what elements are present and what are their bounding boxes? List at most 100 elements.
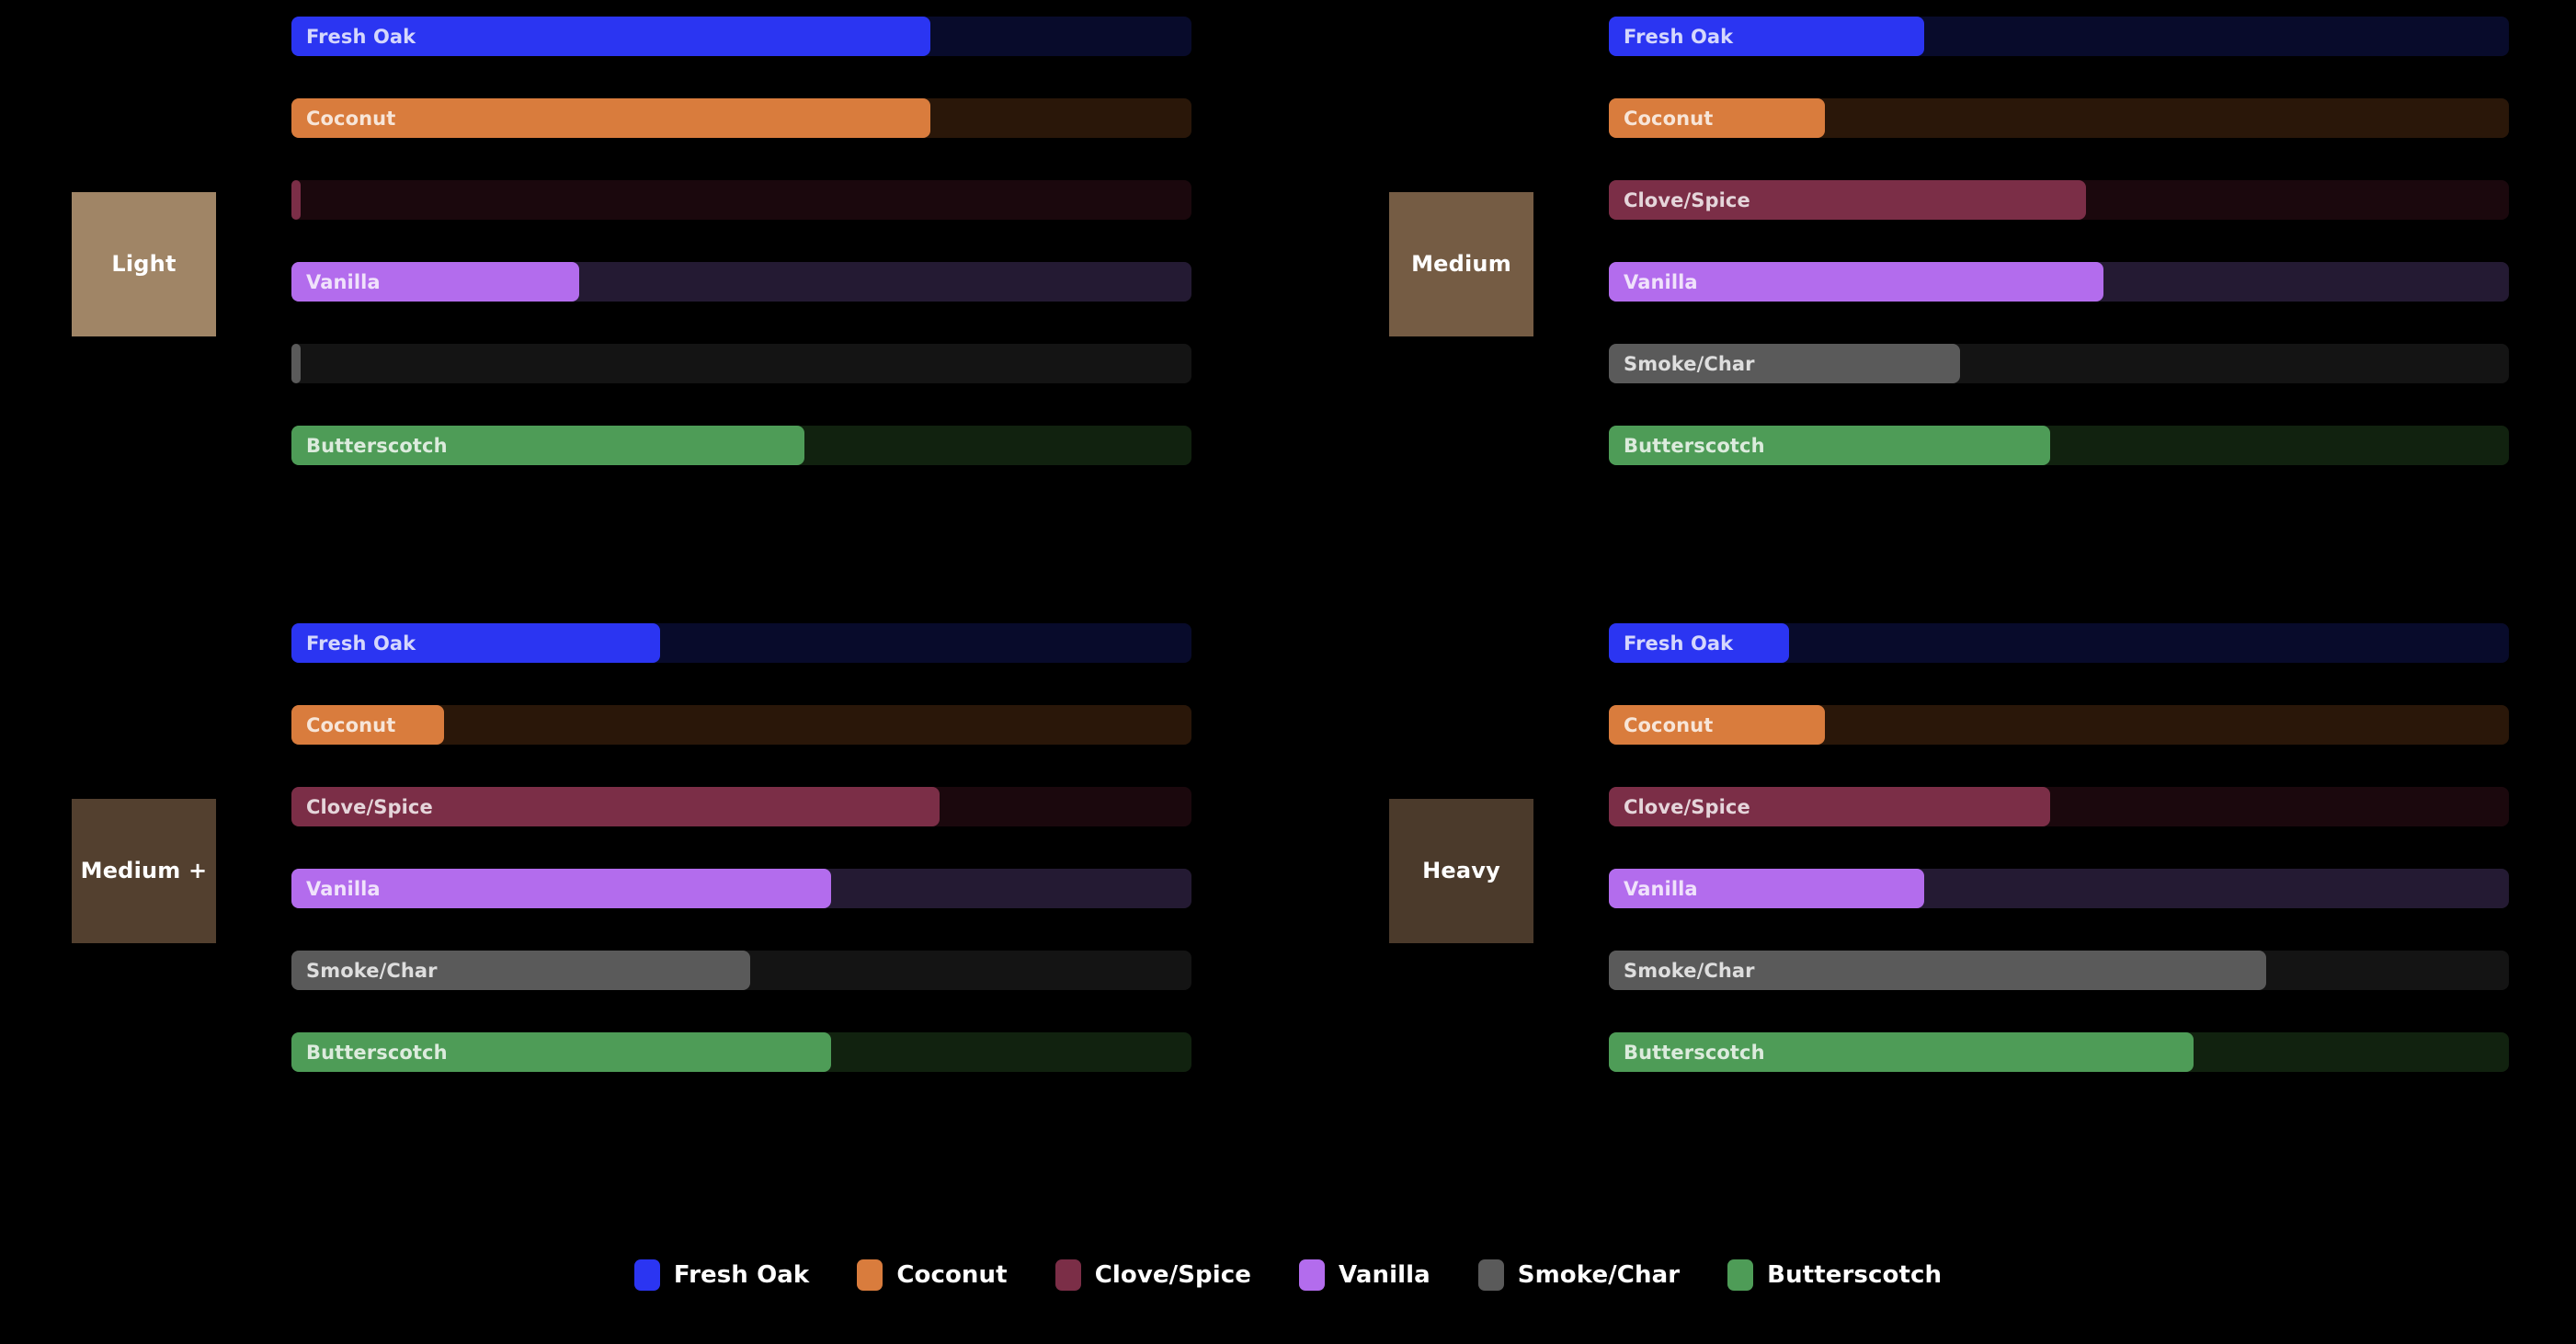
legend-swatch-clove-spice-icon	[1054, 1259, 1081, 1291]
bar-label-smoke-char: Smoke/Char	[1624, 352, 1755, 375]
legend-label-vanilla: Vanilla	[1339, 1261, 1430, 1289]
bar-group-light: Fresh Oak Coconut Vanilla Butterscotch	[291, 17, 1191, 465]
bar-row-smoke-char: Smoke/Char	[291, 951, 1191, 990]
legend-item-smoke-char[interactable]: Smoke/Char	[1477, 1259, 1681, 1291]
bar-row-fresh-oak: Fresh Oak	[291, 17, 1191, 56]
legend-item-coconut[interactable]: Coconut	[857, 1259, 1008, 1291]
bar-fill-vanilla[interactable]: Vanilla	[1609, 869, 1924, 908]
bar-label-fresh-oak: Fresh Oak	[1624, 25, 1734, 48]
legend-item-clove-spice[interactable]: Clove/Spice	[1054, 1259, 1252, 1291]
category-label-text: Medium	[1411, 250, 1511, 277]
bar-label-butterscotch: Butterscotch	[1624, 434, 1765, 457]
bar-fill-clove-spice[interactable]: Clove/Spice	[1609, 180, 2086, 220]
bar-fill-butterscotch[interactable]: Butterscotch	[1609, 1032, 2194, 1072]
bar-fill-fresh-oak[interactable]: Fresh Oak	[1609, 17, 1924, 56]
bar-row-smoke-char: Smoke/Char	[1609, 951, 2509, 990]
bar-label-coconut: Coconut	[306, 713, 396, 736]
bar-fill-coconut[interactable]: Coconut	[1609, 98, 1825, 138]
bar-row-smoke-char: Smoke/Char	[1609, 344, 2509, 383]
bar-fill-smoke-char[interactable]: Smoke/Char	[291, 951, 751, 990]
chart-canvas: Light Medium Medium + Heavy Fresh Oak Coc…	[0, 0, 2576, 1344]
legend-swatch-fresh-oak-icon	[633, 1259, 660, 1291]
bar-fill-clove-spice[interactable]	[291, 180, 301, 220]
legend-item-vanilla[interactable]: Vanilla	[1299, 1259, 1430, 1291]
category-label-medium-plus: Medium +	[72, 799, 216, 943]
bar-row-fresh-oak: Fresh Oak	[1609, 623, 2509, 663]
bar-label-coconut: Coconut	[306, 107, 396, 130]
bar-row-coconut: Coconut	[1609, 98, 2509, 138]
bar-fill-coconut[interactable]: Coconut	[291, 98, 931, 138]
bar-fill-fresh-oak[interactable]: Fresh Oak	[291, 17, 931, 56]
bar-fill-smoke-char[interactable]: Smoke/Char	[1609, 951, 2266, 990]
bar-row-vanilla: Vanilla	[1609, 262, 2509, 302]
bar-label-fresh-oak: Fresh Oak	[306, 632, 416, 655]
bar-row-vanilla: Vanilla	[291, 869, 1191, 908]
legend-label-butterscotch: Butterscotch	[1767, 1261, 1943, 1289]
bar-group-medium: Fresh Oak Coconut Clove/Spice Vanilla Smoke/…	[1609, 17, 2509, 465]
category-label-text: Light	[111, 250, 177, 277]
category-label-medium: Medium	[1389, 192, 1533, 336]
bar-row-vanilla: Vanilla	[291, 262, 1191, 302]
bar-fill-coconut[interactable]: Coconut	[1609, 705, 1825, 745]
bar-row-clove-spice: Clove/Spice	[291, 787, 1191, 826]
bar-fill-vanilla[interactable]: Vanilla	[291, 869, 832, 908]
bar-label-butterscotch: Butterscotch	[306, 1041, 448, 1064]
legend-swatch-butterscotch-icon	[1727, 1259, 1754, 1291]
bar-fill-butterscotch[interactable]: Butterscotch	[291, 426, 805, 465]
bar-row-coconut: Coconut	[291, 705, 1191, 745]
legend-item-butterscotch[interactable]: Butterscotch	[1727, 1259, 1942, 1291]
bar-label-butterscotch: Butterscotch	[306, 434, 448, 457]
bar-row-clove-spice: Clove/Spice	[1609, 787, 2509, 826]
bar-fill-coconut[interactable]: Coconut	[291, 705, 445, 745]
legend-label-fresh-oak: Fresh Oak	[673, 1261, 810, 1289]
bar-row-butterscotch: Butterscotch	[291, 426, 1191, 465]
bar-row-smoke-char	[291, 344, 1191, 383]
bar-label-clove-spice: Clove/Spice	[1624, 795, 1750, 818]
bar-label-vanilla: Vanilla	[306, 877, 381, 900]
bar-track-clove-spice	[291, 180, 1191, 220]
bar-fill-vanilla[interactable]: Vanilla	[1609, 262, 2104, 302]
bar-row-coconut: Coconut	[1609, 705, 2509, 745]
bar-label-butterscotch: Butterscotch	[1624, 1041, 1765, 1064]
bar-fill-smoke-char[interactable]: Smoke/Char	[1609, 344, 1960, 383]
bar-fill-vanilla[interactable]: Vanilla	[291, 262, 580, 302]
bar-row-coconut: Coconut	[291, 98, 1191, 138]
bar-row-vanilla: Vanilla	[1609, 869, 2509, 908]
bar-fill-fresh-oak[interactable]: Fresh Oak	[291, 623, 661, 663]
bar-row-clove-spice	[291, 180, 1191, 220]
bar-fill-butterscotch[interactable]: Butterscotch	[291, 1032, 832, 1072]
bar-fill-butterscotch[interactable]: Butterscotch	[1609, 426, 2050, 465]
bar-row-fresh-oak: Fresh Oak	[291, 623, 1191, 663]
bar-row-butterscotch: Butterscotch	[1609, 426, 2509, 465]
bar-label-vanilla: Vanilla	[1624, 877, 1698, 900]
bar-label-fresh-oak: Fresh Oak	[1624, 632, 1734, 655]
bar-group-medium-plus: Fresh Oak Coconut Clove/Spice Vanilla Smoke/…	[291, 623, 1191, 1072]
legend-label-coconut: Coconut	[896, 1261, 1008, 1289]
bar-group-heavy: Fresh Oak Coconut Clove/Spice Vanilla Smoke/…	[1609, 623, 2509, 1072]
bar-label-smoke-char: Smoke/Char	[1624, 959, 1755, 982]
bar-row-fresh-oak: Fresh Oak	[1609, 17, 2509, 56]
bar-label-fresh-oak: Fresh Oak	[306, 25, 416, 48]
category-label-light: Light	[72, 192, 216, 336]
legend-item-fresh-oak[interactable]: Fresh Oak	[633, 1259, 810, 1291]
bar-label-coconut: Coconut	[1624, 713, 1714, 736]
bar-fill-clove-spice[interactable]: Clove/Spice	[1609, 787, 2050, 826]
legend-swatch-coconut-icon	[857, 1259, 883, 1291]
category-label-heavy: Heavy	[1389, 799, 1533, 943]
category-label-text: Medium +	[80, 857, 208, 883]
bar-label-coconut: Coconut	[1624, 107, 1714, 130]
bar-fill-fresh-oak[interactable]: Fresh Oak	[1609, 623, 1789, 663]
category-label-text: Heavy	[1422, 857, 1500, 883]
bar-row-clove-spice: Clove/Spice	[1609, 180, 2509, 220]
bar-label-clove-spice: Clove/Spice	[1624, 188, 1750, 211]
bar-fill-clove-spice[interactable]: Clove/Spice	[291, 787, 940, 826]
chart-legend: Fresh Oak Coconut Clove/Spice Vanilla Smoke/…	[0, 1259, 2576, 1291]
bar-label-clove-spice: Clove/Spice	[306, 795, 433, 818]
bar-label-vanilla: Vanilla	[1624, 270, 1698, 293]
bar-label-smoke-char: Smoke/Char	[306, 959, 438, 982]
bar-fill-smoke-char[interactable]	[291, 344, 301, 383]
legend-label-clove-spice: Clove/Spice	[1094, 1261, 1252, 1289]
legend-label-smoke-char: Smoke/Char	[1517, 1261, 1681, 1289]
legend-swatch-smoke-char-icon	[1477, 1259, 1504, 1291]
bar-track-smoke-char	[291, 344, 1191, 383]
